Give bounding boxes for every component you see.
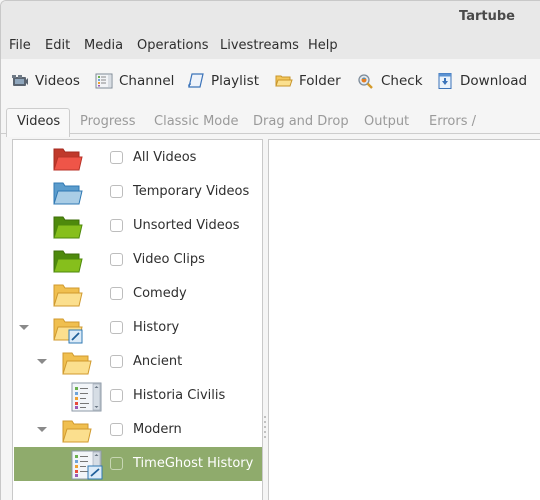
toolbar: Videos Channel Playlist Folder Check Dow… xyxy=(1,59,540,103)
tab-errors-warnings[interactable]: Errors / Warnings xyxy=(419,109,540,155)
video-camera-icon xyxy=(12,75,28,86)
playlist-button-label: Playlist xyxy=(211,73,259,89)
tab-divider-left xyxy=(1,133,6,134)
menu-file[interactable]: File xyxy=(9,38,31,53)
tree-checkbox[interactable] xyxy=(110,321,123,334)
tree-row-ancient[interactable]: Ancient xyxy=(14,345,262,379)
tab-progress[interactable]: Progress xyxy=(70,109,145,135)
tree-label: All Videos xyxy=(133,150,197,165)
tree-row-video-clips[interactable]: Video Clips xyxy=(14,243,262,277)
tree-checkbox[interactable] xyxy=(110,355,123,368)
tree-label: History xyxy=(133,320,180,335)
blue-folder-icon xyxy=(53,182,83,205)
menu-bar: File Edit Media Operations Livestreams H… xyxy=(1,33,540,59)
green-folder-icon xyxy=(53,216,83,239)
tree-checkbox[interactable] xyxy=(110,151,123,164)
download-button-label: Download xyxy=(460,73,528,89)
tree-label: Historia Civilis xyxy=(133,388,226,403)
tree-row-modern[interactable]: Modern xyxy=(14,413,262,447)
videos-button[interactable]: Videos xyxy=(11,71,80,91)
tree-label: Comedy xyxy=(133,286,187,301)
tab-bar: Videos Progress Classic Mode Drag and Dr… xyxy=(1,105,540,155)
tree-label: Video Clips xyxy=(133,252,205,267)
tab-output[interactable]: Output xyxy=(354,109,419,135)
tree-label: Temporary Videos xyxy=(133,184,250,199)
channel-list-icon xyxy=(95,73,113,89)
yellow-folder-icon xyxy=(62,420,92,443)
tree-row-history[interactable]: History xyxy=(14,311,262,345)
tree-checkbox[interactable] xyxy=(110,185,123,198)
app-window: Tartube File Edit Media Operations Lives… xyxy=(0,0,540,500)
window-title: Tartube xyxy=(459,9,515,24)
expander-arrow-icon[interactable] xyxy=(37,427,47,432)
tree-row-all-videos[interactable]: All Videos xyxy=(14,141,262,175)
tab-videos[interactable]: Videos xyxy=(6,108,70,137)
tab-divider xyxy=(70,133,540,134)
menu-help[interactable]: Help xyxy=(308,38,338,53)
tree-checkbox[interactable] xyxy=(110,287,123,300)
tree-label: Ancient xyxy=(133,354,183,369)
yellow-folder-icon xyxy=(53,284,83,307)
menu-edit[interactable]: Edit xyxy=(45,38,70,53)
tab-classic-mode[interactable]: Classic Mode xyxy=(144,109,249,135)
channel-button-label: Channel xyxy=(119,73,175,89)
folder-button-label: Folder xyxy=(299,73,341,89)
tree-row-timeghost-history[interactable]: TimeGhost History xyxy=(14,447,262,481)
tree-label: TimeGhost History xyxy=(133,456,254,471)
tree-checkbox[interactable] xyxy=(110,253,123,266)
red-folder-icon xyxy=(53,148,83,171)
yellow-folder-edit-icon xyxy=(53,318,83,344)
folder-icon xyxy=(275,75,293,87)
tree-row-comedy[interactable]: Comedy xyxy=(14,277,262,311)
playlist-scroll-icon xyxy=(188,73,204,88)
tree-row-unsorted-videos[interactable]: Unsorted Videos xyxy=(14,209,262,243)
tree-label: Modern xyxy=(133,422,182,437)
pane-resize-handle[interactable] xyxy=(264,416,267,444)
expander-arrow-icon[interactable] xyxy=(37,359,47,364)
title-bar[interactable]: Tartube xyxy=(1,1,540,33)
tree-checkbox[interactable] xyxy=(110,423,123,436)
tree-checkbox[interactable] xyxy=(110,457,123,470)
tree-row-historia-civilis[interactable]: Historia Civilis xyxy=(14,379,262,413)
menu-operations[interactable]: Operations xyxy=(137,38,208,53)
menu-media[interactable]: Media xyxy=(84,38,123,53)
playlist-button[interactable]: Playlist xyxy=(187,71,259,91)
download-button[interactable]: Download xyxy=(436,71,527,91)
expander-arrow-icon[interactable] xyxy=(19,325,29,330)
download-icon xyxy=(438,73,452,89)
green-folder-icon xyxy=(53,250,83,273)
yellow-folder-icon xyxy=(62,352,92,375)
channel-icon xyxy=(71,382,102,412)
check-button-label: Check xyxy=(381,73,423,89)
tree-label: Unsorted Videos xyxy=(133,218,240,233)
videos-button-label: Videos xyxy=(35,73,80,89)
tree-checkbox[interactable] xyxy=(110,219,123,232)
check-magnifier-icon xyxy=(358,74,373,89)
check-button[interactable]: Check xyxy=(357,71,423,91)
video-list-pane xyxy=(268,139,540,500)
folder-tree[interactable]: All Videos Temporary Videos Unsorted Vid… xyxy=(12,139,263,500)
channel-edit-icon xyxy=(71,450,103,480)
tab-drag-and-drop[interactable]: Drag and Drop xyxy=(243,109,359,135)
tree-checkbox[interactable] xyxy=(110,389,123,402)
folder-button[interactable]: Folder xyxy=(275,71,341,91)
menu-livestreams[interactable]: Livestreams xyxy=(220,38,299,53)
channel-button[interactable]: Channel xyxy=(95,71,174,91)
tree-row-temporary-videos[interactable]: Temporary Videos xyxy=(14,175,262,209)
